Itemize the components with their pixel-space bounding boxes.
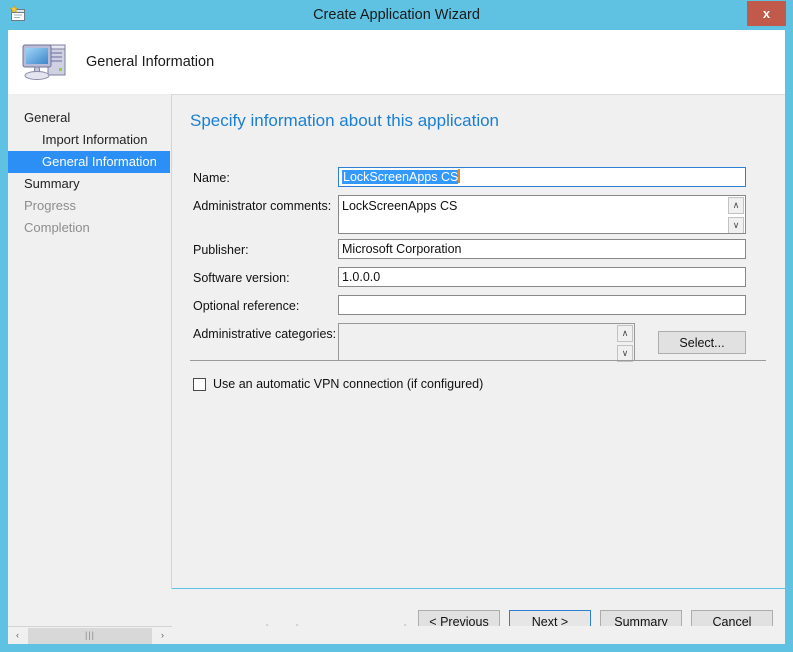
sidebar-item-completion: Completion [24,220,90,235]
admin-comments-label: Administrator comments: [193,199,332,213]
title-bar: Create Application Wizard x [0,0,793,30]
computer-icon [18,37,72,87]
wizard-step-nav: General Import Information General Infor… [8,94,172,624]
admin-categories-scrollbar[interactable]: ∧ ∨ [617,325,633,362]
close-icon[interactable]: x [747,1,786,26]
vpn-checkbox-label: Use an automatic VPN connection (if conf… [213,377,484,391]
admin-comments-input[interactable]: LockScreenApps CS ∧ ∨ [338,195,746,234]
right-accent-strip [785,30,793,652]
sidebar-item-summary[interactable]: Summary [8,173,171,195]
chevron-up-icon[interactable]: ∧ [728,197,744,214]
window-title: Create Application Wizard [313,7,480,23]
wizard-header: General Information [8,30,785,94]
form-row-admin-categories: Administrative categories: ∧ ∨ Select... [172,323,785,365]
software-version-label: Software version: [193,271,290,285]
sidebar-item-general-information[interactable]: General Information [8,151,170,173]
form-row-software-version: Software version: 1.0.0.0 [172,267,785,295]
sidebar-horizontal-scrollbar[interactable]: ‹ ||| › [8,626,172,644]
sidebar-item-progress: Progress [24,198,77,213]
chevron-up-icon[interactable]: ∧ [617,325,633,342]
vpn-checkbox[interactable] [193,378,206,391]
scroll-left-icon[interactable]: ‹ [9,628,26,644]
text-caret [458,169,461,183]
section-divider [190,360,766,361]
chevron-down-icon[interactable]: ∨ [728,217,744,233]
software-version-input[interactable]: 1.0.0.0 [338,267,746,287]
scroll-right-icon[interactable]: › [154,628,171,644]
create-application-wizard-window: Create Application Wizard x General Info… [0,0,793,652]
sidebar-item-import-information[interactable]: Import Information [8,129,171,151]
select-categories-button[interactable]: Select... [658,331,746,354]
header-title: General Information [86,54,215,70]
page-title: Specify information about this applicati… [190,111,500,130]
form-row-admin-comments: Administrator comments: LockScreenApps C… [172,195,785,239]
form-row-name: Name: LockScreenApps CS [172,167,785,195]
publisher-label: Publisher: [193,243,249,257]
optional-reference-label: Optional reference: [193,299,300,313]
optional-reference-input[interactable] [338,295,746,315]
admin-categories-list[interactable]: ∧ ∨ [338,323,635,362]
name-label: Name: [193,171,230,185]
admin-categories-label: Administrative categories: [193,327,337,341]
name-input[interactable]: LockScreenApps CS [338,167,746,187]
application-info-form: Name: LockScreenApps CS Administrator co… [172,167,785,365]
content-panel: Specify information about this applicati… [172,94,785,588]
name-input-value: LockScreenApps CS [342,170,459,184]
form-row-publisher: Publisher: Microsoft Corporation [172,239,785,267]
bottom-filler [172,626,785,644]
admin-comments-scrollbar[interactable]: ∧ ∨ [728,197,744,233]
form-row-optional-reference: Optional reference: [172,295,785,323]
scrollbar-thumb[interactable]: ||| [28,628,152,644]
sidebar-item-general[interactable]: General [8,107,171,129]
publisher-input[interactable]: Microsoft Corporation [338,239,746,259]
nav-list: General Import Information General Infor… [8,94,171,239]
left-accent-strip [0,30,8,652]
admin-comments-value: LockScreenApps CS [342,199,458,213]
